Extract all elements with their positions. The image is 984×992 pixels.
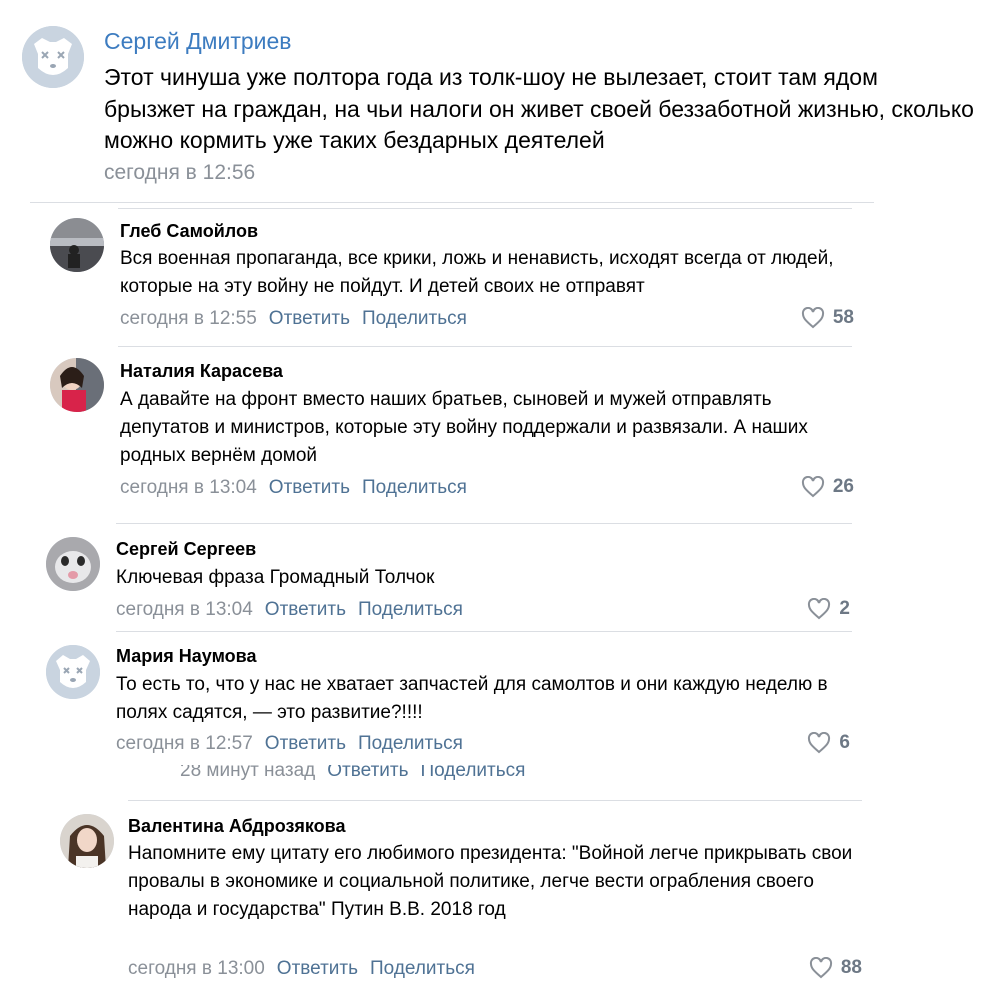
comment-author-name[interactable]: Мария Наумова (116, 646, 256, 667)
comment-meta: сегодня в 13:00 Ответить Поделиться (128, 958, 475, 980)
ghost-share-button[interactable]: Поделиться (421, 765, 526, 781)
reply-button[interactable]: Ответить (265, 733, 346, 754)
heart-icon (809, 957, 833, 979)
share-button[interactable]: Поделиться (358, 733, 463, 754)
comment-date[interactable]: сегодня в 12:55 (120, 308, 257, 329)
comment-author-name[interactable]: Сергей Сергеев (116, 539, 256, 560)
comment-text: А давайте на фронт вместо наших братьев,… (120, 389, 808, 466)
comment-date[interactable]: сегодня в 13:00 (128, 958, 265, 979)
share-button[interactable]: Поделиться (362, 308, 467, 329)
comment-divider (118, 346, 852, 347)
like-button[interactable]: 58 (801, 307, 854, 329)
heart-icon (801, 307, 825, 329)
share-button[interactable]: Поделиться (362, 477, 467, 498)
like-count: 2 (839, 598, 850, 619)
comment-avatar[interactable] (60, 814, 114, 868)
comment-text: Ключевая фраза Громадный Толчок (116, 567, 435, 588)
comment-avatar[interactable] (46, 537, 100, 591)
comment-author-name[interactable]: Глеб Самойлов (120, 221, 258, 242)
like-button[interactable]: 6 (807, 732, 850, 754)
comment-meta: сегодня в 12:55 Ответить Поделиться (120, 308, 467, 330)
comment-meta: сегодня в 13:04 Ответить Поделиться (116, 599, 463, 621)
like-count: 88 (840, 957, 862, 978)
share-button[interactable]: Поделиться (370, 958, 475, 979)
comment-meta: сегодня в 12:57 Ответить Поделиться (116, 733, 463, 755)
comment-date[interactable]: сегодня в 13:04 (120, 477, 257, 498)
comment-author-name[interactable]: Наталия Карасева (120, 361, 283, 382)
comment-avatar[interactable] (50, 358, 104, 412)
comment-text: Вся военная пропаганда, все крики, ложь … (120, 248, 834, 297)
post-author-avatar[interactable] (22, 26, 84, 88)
cropped-meta-row: 28 минут назад Ответить Поделиться (180, 765, 525, 781)
heart-icon (807, 598, 831, 620)
like-count: 58 (832, 307, 854, 328)
comment-text: Напомните ему цитату его любимого презид… (128, 843, 853, 920)
comment-divider (116, 631, 852, 632)
post-date[interactable]: сегодня в 12:56 (104, 161, 255, 185)
reply-button[interactable]: Ответить (277, 958, 358, 979)
comment-divider (118, 208, 852, 209)
comment-divider (128, 800, 862, 801)
comment-meta: сегодня в 13:04 Ответить Поделиться (120, 477, 467, 499)
comment-text: То есть то, что у нас не хватает запчаст… (116, 674, 828, 723)
like-button[interactable]: 26 (801, 476, 854, 498)
heart-icon (807, 732, 831, 754)
share-button[interactable]: Поделиться (358, 599, 463, 620)
like-button[interactable]: 2 (807, 598, 850, 620)
post-text: Этот чинуша уже полтора года из толк-шоу… (104, 64, 974, 153)
comment-divider (116, 523, 852, 524)
like-count: 6 (839, 732, 850, 753)
ghost-reply-button[interactable]: Ответить (327, 765, 408, 781)
post-author-name[interactable]: Сергей Дмитриев (104, 28, 292, 55)
comment-date[interactable]: сегодня в 13:04 (116, 599, 253, 620)
comment-avatar[interactable] (50, 218, 104, 272)
like-button[interactable]: 88 (809, 957, 862, 979)
like-count: 26 (832, 476, 854, 497)
comment-date[interactable]: сегодня в 12:57 (116, 733, 253, 754)
comment-author-name[interactable]: Валентина Абдрозякова (128, 816, 346, 837)
post-divider (30, 202, 874, 203)
ghost-date: 28 минут назад (180, 765, 316, 781)
comment-avatar[interactable] (46, 645, 100, 699)
reply-button[interactable]: Ответить (269, 477, 350, 498)
reply-button[interactable]: Ответить (265, 599, 346, 620)
reply-button[interactable]: Ответить (269, 308, 350, 329)
heart-icon (801, 476, 825, 498)
